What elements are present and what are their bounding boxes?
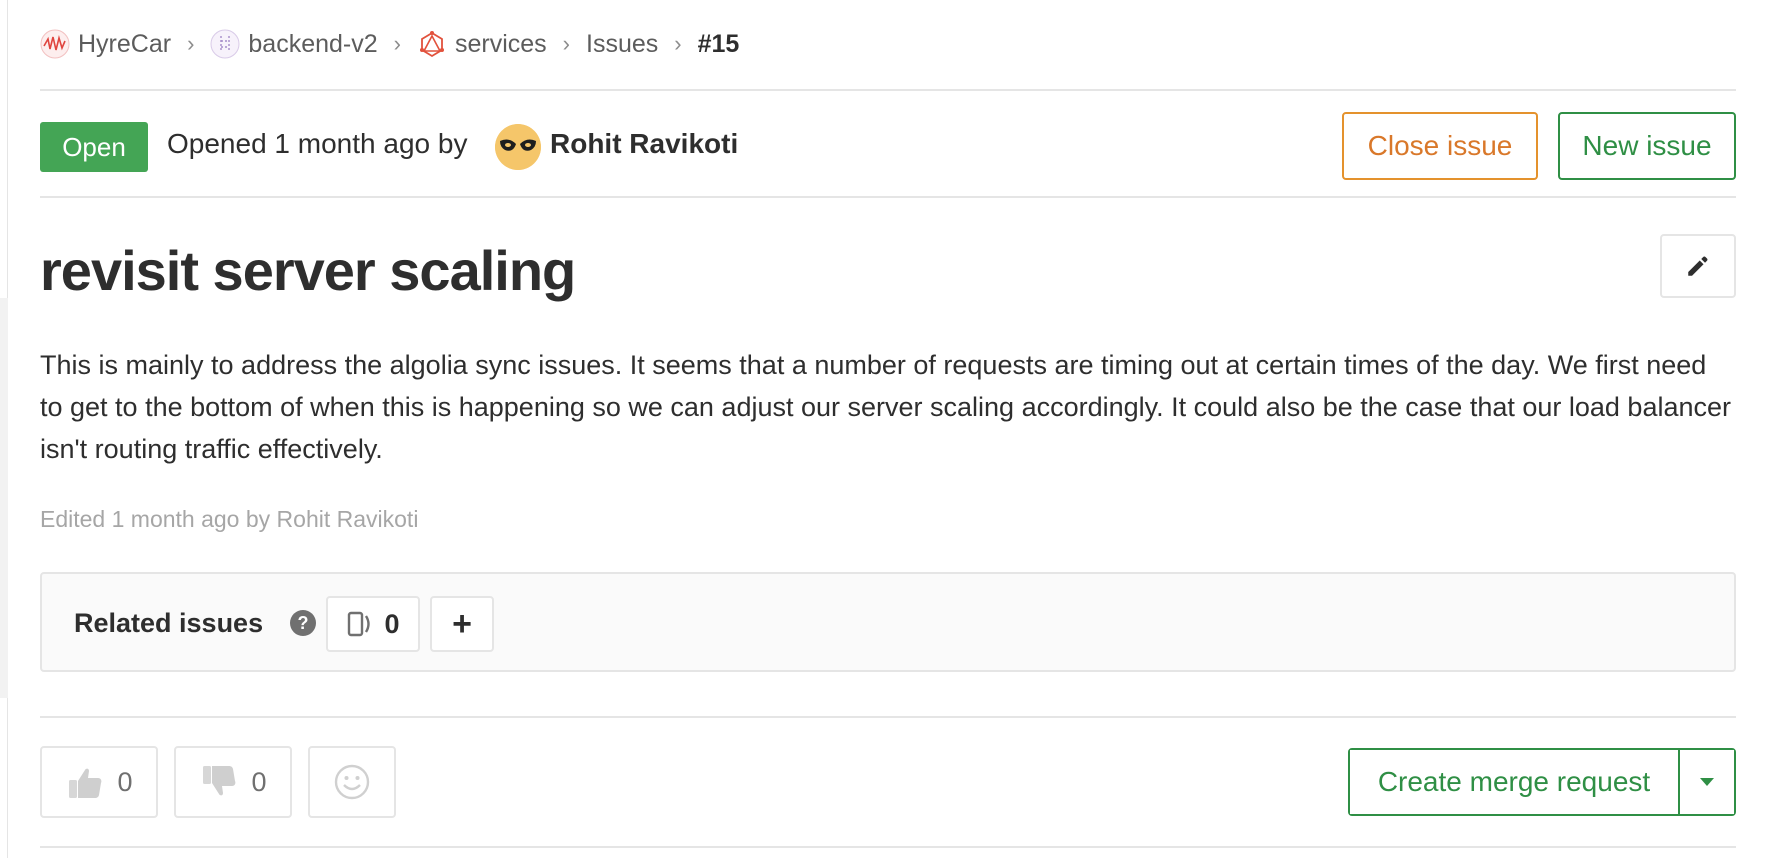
add-reaction-button[interactable] <box>308 746 396 818</box>
breadcrumb-label: Issues <box>586 29 659 58</box>
pencil-icon <box>1688 256 1708 276</box>
hyrecar-group-avatar-icon <box>40 29 70 59</box>
issue-title: revisit server scaling <box>40 239 576 302</box>
breadcrumb-label: backend-v2 <box>248 29 378 58</box>
caret-down-icon <box>1700 778 1714 786</box>
issues-icon <box>348 611 371 637</box>
breadcrumb-services[interactable]: services <box>417 29 547 59</box>
divider <box>40 716 1736 718</box>
issue-description: This is mainly to address the algolia sy… <box>40 350 1732 464</box>
merge-request-dropdown-toggle[interactable] <box>1680 750 1734 814</box>
services-project-avatar-icon <box>417 29 447 59</box>
related-issues-count: 0 <box>384 608 400 639</box>
divider <box>40 846 1736 848</box>
issue-page: HyreCar › backend-v2 › services › Issues… <box>40 0 1736 858</box>
breadcrumb-separator: › <box>674 31 682 56</box>
author-avatar[interactable] <box>495 124 541 170</box>
add-related-issue-button[interactable]: + <box>430 596 494 652</box>
thumbs-down-icon <box>203 766 236 796</box>
new-issue-button[interactable]: New issue <box>1558 112 1736 180</box>
related-issues-panel: Related issues ? 0 + <box>40 572 1736 672</box>
breadcrumb-label: services <box>454 29 547 58</box>
status-badge: Open <box>40 122 148 172</box>
smiley-icon <box>334 764 370 800</box>
breadcrumb-label: HyreCar <box>78 29 172 58</box>
breadcrumb-separator: › <box>187 31 195 56</box>
close-issue-button[interactable]: Close issue <box>1342 112 1538 180</box>
related-issues-count-badge: 0 <box>326 596 420 652</box>
thumbsup-award-button[interactable]: 0 <box>40 746 158 818</box>
create-merge-request-button[interactable]: Create merge request <box>1350 750 1680 814</box>
help-icon[interactable]: ? <box>290 610 316 636</box>
opened-meta-text: Opened 1 month ago by <box>167 128 468 159</box>
breadcrumb-backend-v2[interactable]: backend-v2 <box>210 29 378 59</box>
breadcrumb-separator: › <box>562 31 570 56</box>
thumbs-up-icon <box>69 768 102 798</box>
thumbsup-count: 0 <box>117 766 133 797</box>
breadcrumb-separator: › <box>393 31 401 56</box>
thumbsdown-award-button[interactable]: 0 <box>174 746 292 818</box>
thumbsdown-count: 0 <box>251 766 267 797</box>
edited-meta-text: Edited 1 month ago by Rohit Ravikoti <box>40 506 419 532</box>
breadcrumb: HyreCar › backend-v2 › services › Issues… <box>40 24 739 64</box>
create-merge-request-split-button: Create merge request <box>1348 748 1736 816</box>
masked-face-avatar-icon <box>495 124 541 170</box>
breadcrumb-hyrecar[interactable]: HyreCar <box>40 29 171 59</box>
edit-title-button[interactable] <box>1660 234 1736 298</box>
author-name-link[interactable]: Rohit Ravikoti <box>550 128 738 160</box>
breadcrumb-issues[interactable]: Issues <box>586 30 658 59</box>
breadcrumb-current-issue[interactable]: #15 <box>698 30 740 59</box>
divider <box>40 89 1736 91</box>
left-sidebar-shade <box>0 298 8 698</box>
divider <box>40 196 1736 198</box>
backend-v2-group-avatar-icon <box>210 29 240 59</box>
related-issues-title: Related issues <box>74 608 264 638</box>
